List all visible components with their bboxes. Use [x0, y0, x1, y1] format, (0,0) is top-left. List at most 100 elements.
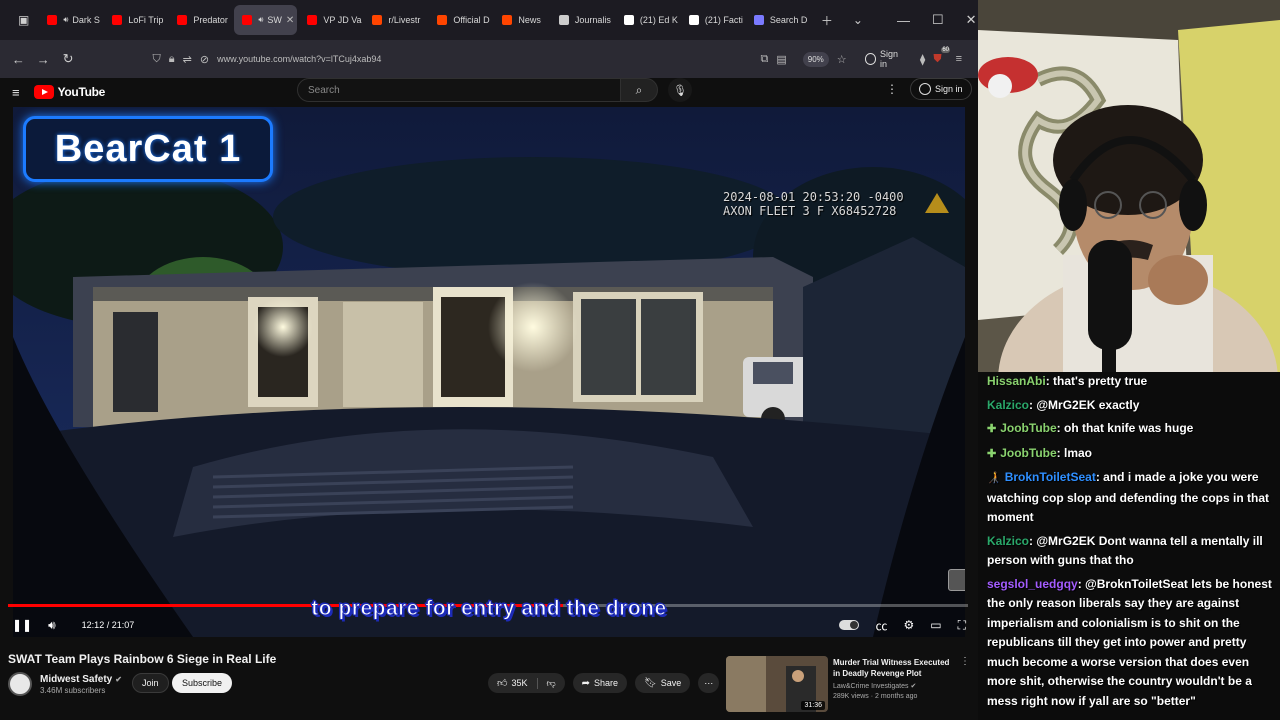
close-window-icon[interactable]: ✕ — [966, 12, 977, 28]
firefox-sign-in[interactable]: Sign in — [864, 49, 906, 69]
bookmark-star-icon[interactable]: ☆ — [837, 53, 847, 66]
picture-in-picture-icon[interactable]: ⧉ — [760, 53, 768, 66]
search-input[interactable]: Search — [297, 78, 621, 102]
fullscreen-icon[interactable]: ⛶ — [958, 618, 966, 633]
shield-icon[interactable]: ⛉ — [153, 53, 161, 66]
ublock-badge: 60 — [941, 46, 951, 53]
chat-text: : @MrG2EK exactly — [1029, 397, 1140, 412]
back-icon[interactable]: ← — [8, 52, 29, 67]
settings-more-icon[interactable]: ⋮ — [886, 82, 898, 96]
reload-icon[interactable]: ↻ — [58, 51, 79, 67]
chat-badge-icon: ✚ — [987, 423, 997, 435]
channel-avatar[interactable] — [8, 672, 32, 696]
save-button[interactable]: 🔖︎ Save — [635, 673, 691, 693]
browser-tab[interactable]: r/Livestr — [364, 5, 427, 35]
channel-watermark-icon[interactable] — [948, 569, 965, 591]
chat-badge-icon: ✚ — [987, 447, 997, 460]
recommended-channel-name[interactable]: Law&Crime Investigates — [833, 683, 908, 690]
browser-tab[interactable]: Official D — [429, 5, 492, 35]
tab-favicon-icon — [177, 15, 188, 25]
volume-icon[interactable]: 🔊︎ — [48, 618, 56, 633]
browser-tab[interactable]: 🔊︎ SW ✕ — [234, 5, 298, 35]
no-camera-icon[interactable]: ⊘ — [200, 53, 209, 66]
permissions-icon[interactable]: ⇌ — [183, 53, 192, 66]
subtitles-icon[interactable]: ㏄ — [875, 617, 887, 634]
chat-message: Kalzico: @MrG2EK exactly — [987, 396, 1276, 416]
search-button[interactable]: ⌕ — [620, 78, 658, 102]
tab-label: LoFi Trip — [128, 15, 164, 25]
tab-favicon-icon — [688, 15, 699, 25]
minimize-icon[interactable]: — — [897, 13, 910, 28]
browser-window: ▣ 🔊︎ Dark S LoFi Trip Predator 🔊︎ SW ✕ VP JD Va… — [0, 0, 978, 720]
channel-name-text[interactable]: Midwest Safety — [40, 674, 112, 685]
zoom-level-badge[interactable]: 90% — [802, 51, 829, 67]
new-tab-icon[interactable]: ＋ — [821, 12, 833, 29]
autoplay-toggle[interactable] — [839, 620, 860, 630]
browser-tab[interactable]: LoFi Trip — [104, 5, 167, 35]
video-title: SWAT Team Plays Rainbow 6 Siege in Real … — [8, 652, 277, 666]
pause-icon[interactable]: ❚❚ — [12, 618, 32, 632]
tab-favicon-icon — [112, 15, 123, 25]
browser-tab[interactable]: (21) Facti — [681, 5, 744, 35]
subscribe-button[interactable]: Subscribe — [172, 673, 233, 693]
browser-tab[interactable]: 🔊︎ Dark S — [39, 5, 102, 35]
recommended-more-icon[interactable]: ⋮ — [960, 656, 970, 667]
tab-strip: 🔊︎ Dark S LoFi Trip Predator 🔊︎ SW ✕ VP JD Va r/… — [39, 5, 811, 35]
timestamp-line-1: 2024-08-01 20:53:20 -0400 — [723, 190, 904, 204]
chat-username: segslol_uedgqy — [987, 576, 1078, 591]
chat-message: 🧑‍🦯 BroknToiletSeat: and i made a joke yo… — [987, 468, 1276, 528]
tab-overview-icon[interactable]: ▣ — [18, 13, 29, 27]
lock-icon[interactable]: 🔒︎ — [169, 53, 175, 66]
tab-favicon-icon — [47, 15, 58, 25]
address-bar[interactable]: ⛉ 🔒︎ ⇌ ⊘ www.youtube.com/watch?v=lTCuj4x… — [153, 46, 731, 72]
tab-list-chevron-icon[interactable]: ⌄ — [853, 13, 863, 27]
menu-hamburger-icon[interactable]: ≡ — [956, 53, 962, 65]
recommended-video-duration: 31:36 — [801, 701, 825, 710]
like-button[interactable]: 👍︎ 35K 👎︎ — [488, 673, 565, 693]
youtube-logo-text: YouTube — [57, 85, 106, 99]
tab-audio-icon[interactable]: 🔊︎ — [258, 15, 263, 25]
tab-favicon-icon — [242, 15, 253, 25]
youtube-sign-in-button[interactable]: Sign in — [910, 78, 972, 100]
channel-name[interactable]: Midwest Safety ✔ — [40, 674, 122, 685]
tab-close-icon[interactable]: ✕ — [286, 15, 294, 26]
recommended-video-thumbnail[interactable]: 31:36 — [726, 656, 828, 712]
forward-icon[interactable]: → — [33, 52, 54, 67]
chat-message: Kalzico: @MrG2EK Dont wanna tell a menta… — [987, 532, 1276, 571]
thumbs-down-icon[interactable]: 👎︎ — [537, 677, 556, 689]
more-actions-button[interactable]: ⋯ — [698, 673, 720, 693]
reader-view-icon[interactable]: ▤ — [776, 53, 786, 66]
share-button[interactable]: ➦ Share — [572, 673, 628, 693]
browser-tab[interactable]: Predator — [169, 5, 232, 35]
tab-bar: ▣ 🔊︎ Dark S LoFi Trip Predator 🔊︎ SW ✕ VP JD Va… — [0, 0, 978, 40]
tab-label: SW — [267, 15, 282, 25]
recommended-video-channel[interactable]: Law&Crime Investigates ✔ — [833, 682, 916, 690]
browser-tab[interactable]: Search D — [746, 5, 809, 35]
video-player[interactable]: BearCat 1 2024-08-01 20:53:20 -0400 AXON… — [13, 107, 965, 637]
join-button[interactable]: Join — [132, 673, 169, 693]
chat-message: HissanAbi: that's pretty true — [987, 372, 1276, 392]
browser-tab[interactable]: VP JD Va — [299, 5, 362, 35]
microphone-icon: 🎙︎ — [673, 84, 687, 97]
browser-tab[interactable]: Journalis — [551, 5, 614, 35]
youtube-logo[interactable]: YouTube — [33, 85, 106, 99]
chat-overlay: HissanAbi: that's pretty true Kalzico: @M… — [978, 372, 1280, 720]
webcam-feed — [978, 0, 1280, 372]
theater-mode-icon[interactable]: ▭ — [930, 618, 941, 632]
tab-audio-icon[interactable]: 🔊︎ — [63, 15, 68, 25]
ublock-icon[interactable]: ⛊ 60 — [933, 46, 951, 66]
voice-search-button[interactable]: 🎙︎ — [668, 78, 692, 102]
guide-menu-icon[interactable]: ≡ — [12, 85, 20, 100]
youtube-sign-in-label: Sign in — [935, 84, 963, 94]
url-text[interactable]: www.youtube.com/watch?v=lTCuj4xab94 — [217, 54, 381, 64]
browser-tab[interactable]: News — [494, 5, 549, 35]
tab-label: Dark S — [72, 15, 100, 25]
settings-gear-icon[interactable]: ⚙ — [903, 618, 914, 632]
chat-text: : @MrG2EK Dont wanna tell a mentally ill… — [987, 533, 1263, 568]
maximize-icon[interactable]: ☐ — [932, 12, 944, 28]
recommended-video-meta: 289K views · 2 months ago — [833, 693, 918, 700]
chat-username: BroknToiletSeat — [1004, 470, 1096, 484]
browser-tab[interactable]: (21) Ed K — [616, 5, 679, 35]
extensions-icon[interactable]: ⧫ — [920, 53, 925, 66]
recommended-video-title[interactable]: Murder Trial Witness Executed in Deadly … — [833, 657, 953, 679]
